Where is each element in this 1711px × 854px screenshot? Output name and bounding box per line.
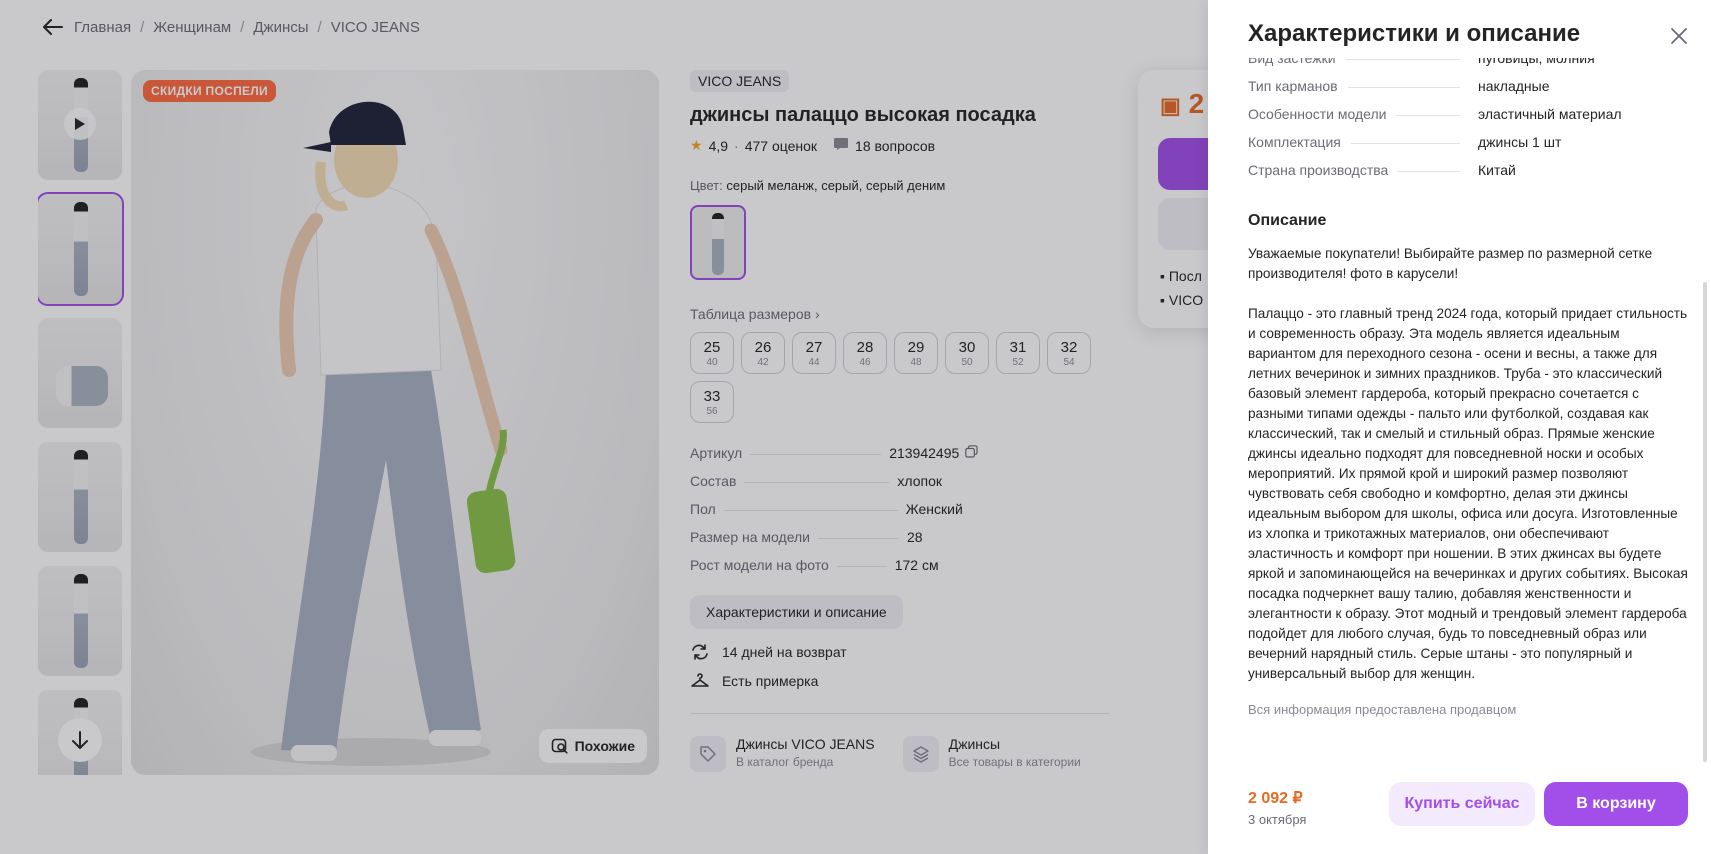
- panel-footer: 2 092 ₽ 3 октября Купить сейчас В корзин…: [1208, 766, 1711, 854]
- close-icon[interactable]: [1665, 22, 1693, 50]
- char-key: Вид застежки: [1248, 58, 1336, 66]
- dotted-leader: [1350, 143, 1460, 144]
- dotted-leader: [1396, 115, 1460, 116]
- dotted-leader: [1345, 59, 1460, 60]
- char-key: Тип карманов: [1248, 78, 1338, 94]
- char-value: Китай: [1478, 162, 1516, 178]
- description-paragraph: Палаццо - это главный тренд 2024 года, к…: [1248, 306, 1688, 681]
- description-paragraph: Уважаемые покупатели! Выбирайте размер п…: [1248, 246, 1653, 281]
- footer-price: 2 092 ₽: [1248, 790, 1303, 807]
- char-key: Особенности модели: [1248, 106, 1387, 122]
- char-row: Тип карманов накладные: [1248, 78, 1688, 106]
- buy-now-button[interactable]: Купить сейчас: [1389, 782, 1535, 826]
- seller-note: Вся информация предоставлена продавцом: [1248, 702, 1517, 717]
- scrollbar[interactable]: [1703, 282, 1707, 762]
- char-value: пуговицы; молния: [1478, 58, 1595, 66]
- delivery-date: 3 октября: [1248, 812, 1307, 827]
- char-row: Комплектация джинсы 1 шт: [1248, 134, 1688, 162]
- char-row: Страна производства Китай: [1248, 162, 1688, 190]
- characteristics-list: Вид застежки пуговицы; молния Тип кармано…: [1248, 58, 1688, 190]
- panel-title: Характеристики и описание: [1248, 20, 1581, 47]
- description-heading: Описание: [1248, 212, 1327, 229]
- characteristics-panel: Характеристики и описание Вид застежки пу…: [1208, 0, 1711, 854]
- dotted-leader: [1347, 87, 1460, 88]
- panel-body[interactable]: Вид застежки пуговицы; молния Тип кармано…: [1248, 58, 1688, 758]
- char-value: эластичный материал: [1478, 106, 1622, 122]
- char-value: джинсы 1 шт: [1478, 134, 1562, 150]
- char-row: Вид застежки пуговицы; молния: [1248, 58, 1688, 78]
- description-text: Уважаемые покупатели! Выбирайте размер п…: [1248, 244, 1688, 684]
- dotted-leader: [1398, 171, 1460, 172]
- char-row: Особенности модели эластичный материал: [1248, 106, 1688, 134]
- add-to-cart-button[interactable]: В корзину: [1544, 782, 1688, 826]
- char-key: Комплектация: [1248, 134, 1341, 150]
- char-key: Страна производства: [1248, 162, 1389, 178]
- char-value: накладные: [1478, 78, 1550, 94]
